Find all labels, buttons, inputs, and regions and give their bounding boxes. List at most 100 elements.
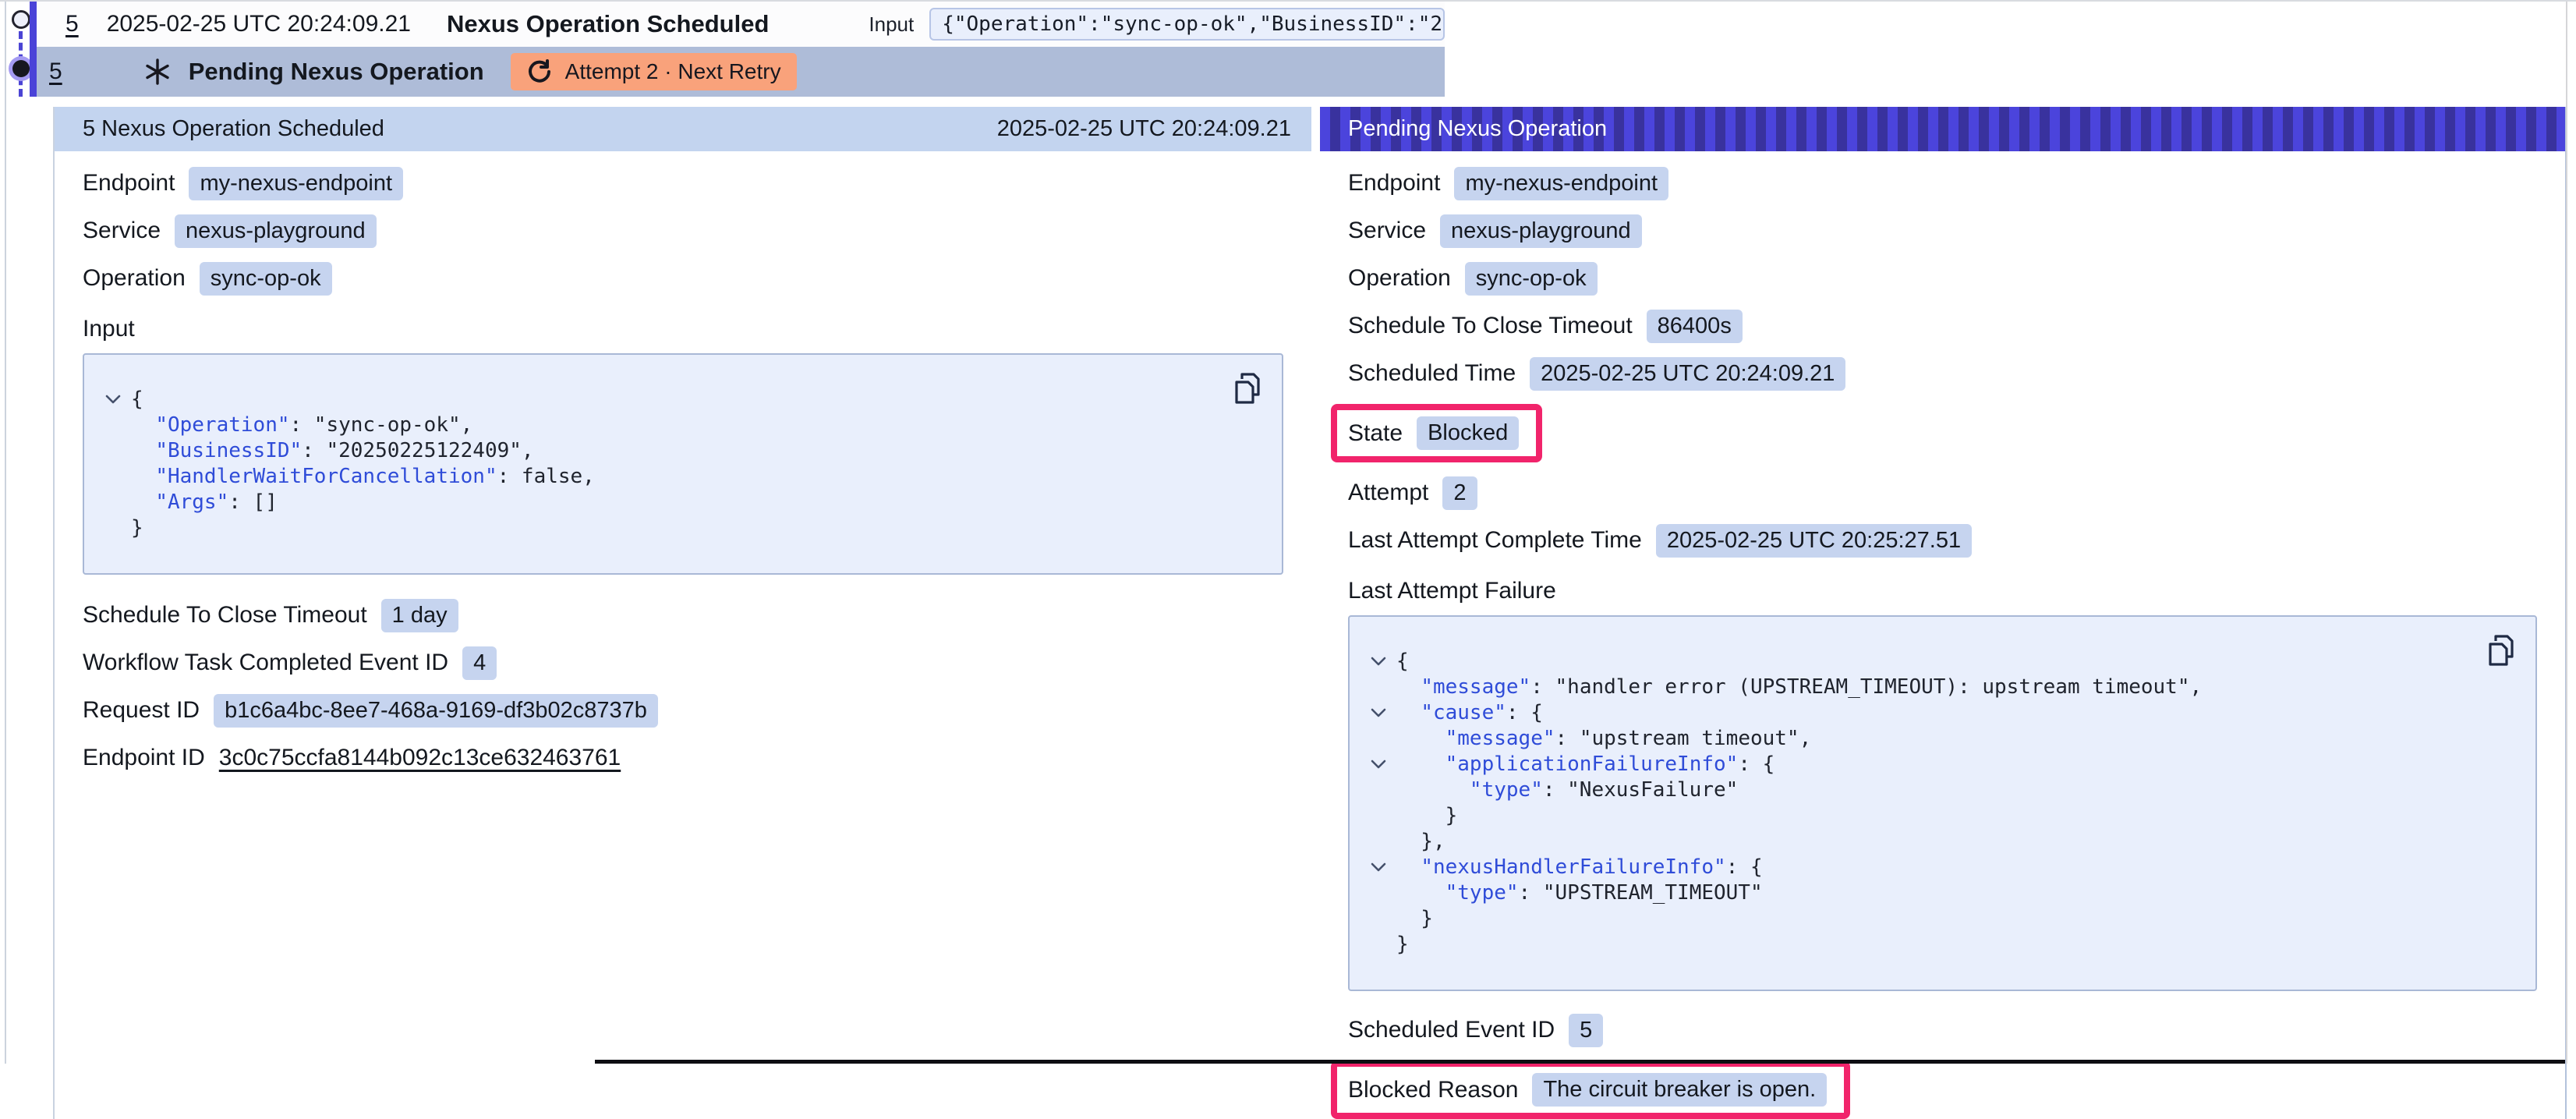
field-value-badge: sync-op-ok — [1465, 262, 1598, 296]
field-value-badge: my-nexus-endpoint — [189, 167, 403, 200]
field-label: Scheduled Event ID — [1348, 1017, 1555, 1043]
panel-pending-nexus-operation: Pending Nexus Operation Endpoint my-nexu… — [1320, 107, 2567, 1119]
field-operation: Operation sync-op-ok — [1348, 261, 2537, 296]
chevron-down-icon[interactable] — [1361, 655, 1396, 668]
field-value-badge: b1c6a4bc-8ee7-468a-9169-df3b02c8737b — [214, 694, 658, 728]
field-label: State — [1348, 420, 1403, 447]
code-line: }, — [1361, 828, 2512, 854]
field-request-id: Request ID b1c6a4bc-8ee7-468a-9169-df3b0… — [83, 693, 1283, 728]
field-value-badge: 2 — [1442, 476, 1477, 510]
field-value-badge: 86400s — [1647, 310, 1743, 343]
code-line: } — [1361, 905, 2512, 931]
code-text: "HandlerWaitForCancellation": false, — [131, 465, 595, 488]
field-operation: Operation sync-op-ok — [83, 261, 1283, 296]
field-value-badge: 4 — [462, 646, 497, 680]
code-text: } — [1396, 933, 1409, 956]
code-text: "BusinessID": "20250225122409", — [131, 439, 534, 462]
field-value-badge: 1 day — [381, 599, 458, 632]
code-text: "message": "handler error (UPSTREAM_TIME… — [1396, 675, 2202, 699]
chevron-down-icon[interactable] — [95, 393, 131, 405]
field-value-badge: 2025-02-25 UTC 20:24:09.21 — [1530, 357, 1845, 391]
code-text: "cause": { — [1396, 701, 1543, 724]
field-value-badge: nexus-playground — [175, 214, 377, 248]
panel-nexus-operation-scheduled: 5 Nexus Operation Scheduled 2025-02-25 U… — [53, 107, 1311, 1119]
blocked-reason-highlight-box: Blocked Reason The circuit breaker is op… — [1331, 1061, 1850, 1119]
field-label: Endpoint — [83, 170, 175, 197]
left-panel-header: 5 Nexus Operation Scheduled 2025-02-25 U… — [55, 107, 1311, 151]
chevron-down-icon[interactable] — [1361, 758, 1396, 770]
field-label: Operation — [83, 265, 186, 292]
code-text: } — [131, 516, 143, 540]
chevron-down-icon[interactable] — [1361, 861, 1396, 873]
code-text: { — [1396, 650, 1409, 673]
failure-json-viewer: { "message": "handler error (UPSTREAM_TI… — [1348, 615, 2537, 991]
chevron-down-icon[interactable] — [1361, 706, 1396, 719]
code-line: "nexusHandlerFailureInfo": { — [1361, 854, 2512, 880]
right-panel-title: Pending Nexus Operation — [1348, 116, 1607, 142]
code-line: } — [95, 515, 1258, 540]
code-line: "message": "upstream timeout", — [1361, 725, 2512, 751]
code-line: { — [1361, 648, 2512, 674]
code-line: "type": "NexusFailure" — [1361, 777, 2512, 802]
field-schedule-to-close-timeout: Schedule To Close Timeout 1 day — [83, 598, 1283, 632]
field-value-badge: nexus-playground — [1440, 214, 1642, 248]
field-workflow-task-completed-event-id: Workflow Task Completed Event ID 4 — [83, 646, 1283, 680]
event-timestamp: 2025-02-25 UTC 20:24:09.21 — [107, 11, 411, 37]
field-label: Workflow Task Completed Event ID — [83, 650, 448, 676]
field-label: Endpoint ID — [83, 745, 205, 771]
code-text: "type": "UPSTREAM_TIMEOUT" — [1396, 881, 1763, 905]
copy-icon[interactable] — [1230, 370, 1265, 408]
copy-icon[interactable] — [2484, 632, 2518, 670]
code-line: } — [1361, 802, 2512, 828]
event-detail-panels: 5 Nexus Operation Scheduled 2025-02-25 U… — [53, 107, 2567, 1119]
field-blocked-reason: Blocked Reason The circuit breaker is op… — [1348, 1061, 2537, 1119]
code-text: "nexusHandlerFailureInfo": { — [1396, 855, 1763, 879]
retry-badge-label: Attempt 2 · Next Retry — [565, 59, 781, 84]
field-label: Schedule To Close Timeout — [83, 602, 367, 629]
field-label: Request ID — [83, 697, 200, 724]
state-highlight-box: State Blocked — [1331, 404, 1542, 462]
code-line: "cause": { — [1361, 699, 2512, 725]
timeline-open-circle-icon[interactable] — [12, 10, 30, 29]
code-text: "Operation": "sync-op-ok", — [131, 413, 472, 437]
event-title: Nexus Operation Scheduled — [447, 10, 769, 38]
event-input-preview[interactable]: {"Operation":"sync-op-ok","BusinessID":"… — [929, 8, 1445, 41]
retry-status-badge: Attempt 2 · Next Retry — [511, 53, 797, 90]
field-endpoint-id: Endpoint ID 3c0c75ccfa8144b092c13ce63246… — [83, 741, 1283, 775]
last-attempt-failure-label: Last Attempt Failure — [1348, 578, 2537, 604]
field-service: Service nexus-playground — [83, 214, 1283, 248]
frame-left-border — [5, 2, 6, 1064]
field-value-badge: 5 — [1569, 1014, 1603, 1047]
code-text: { — [131, 388, 143, 411]
state-value-badge: Blocked — [1417, 416, 1519, 450]
code-line: } — [1361, 931, 2512, 957]
endpoint-id-link[interactable]: 3c0c75ccfa8144b092c13ce632463761 — [219, 745, 621, 771]
vertical-scrollbar[interactable] — [2566, 2, 2576, 1064]
code-line: "HandlerWaitForCancellation": false, — [95, 463, 1258, 489]
left-panel-timestamp: 2025-02-25 UTC 20:24:09.21 — [997, 116, 1291, 142]
field-label: Service — [83, 218, 161, 244]
field-label: Scheduled Time — [1348, 360, 1516, 387]
field-value-badge: 2025-02-25 UTC 20:25:27.51 — [1656, 524, 1972, 558]
field-endpoint: Endpoint my-nexus-endpoint — [1348, 166, 2537, 200]
field-label: Blocked Reason — [1348, 1077, 1518, 1103]
field-label: Endpoint — [1348, 170, 1440, 197]
code-line: "applicationFailureInfo": { — [1361, 751, 2512, 777]
event-group-id-link[interactable]: 5 — [49, 58, 62, 85]
field-last-attempt-complete-time: Last Attempt Complete Time 2025-02-25 UT… — [1348, 523, 2537, 558]
field-service: Service nexus-playground — [1348, 214, 2537, 248]
code-line: "Args": [] — [95, 489, 1258, 515]
timeline-filled-circle-icon[interactable] — [12, 60, 30, 77]
code-text: "message": "upstream timeout", — [1396, 727, 1811, 750]
code-text: } — [1396, 804, 1457, 827]
asterisk-icon — [143, 58, 172, 86]
blocked-reason-value-badge: The circuit breaker is open. — [1532, 1073, 1827, 1107]
code-line: "message": "handler error (UPSTREAM_TIME… — [1361, 674, 2512, 699]
code-text: "Args": [] — [131, 490, 278, 514]
event-group-row-pending-nexus-operation[interactable]: 5 Pending Nexus Operation Attempt 2 · Ne… — [37, 47, 1445, 97]
event-row-nexus-operation-scheduled[interactable]: 5 2025-02-25 UTC 20:24:09.21 Nexus Opera… — [37, 2, 1445, 47]
event-id-link[interactable]: 5 — [65, 11, 79, 37]
input-section-label: Input — [83, 316, 1283, 342]
field-state: State Blocked — [1348, 404, 2537, 462]
bottom-divider — [595, 1060, 2565, 1064]
